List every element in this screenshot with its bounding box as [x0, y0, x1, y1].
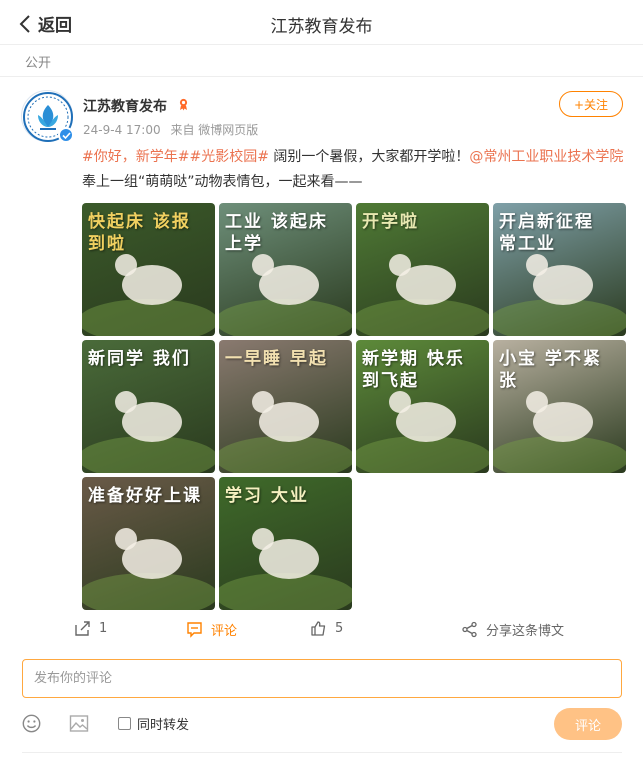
post-image-white-goose-wings[interactable]: 学习 大业 [219, 477, 352, 610]
hashtag-link[interactable]: #光影校园# [189, 149, 268, 165]
post-image-geese-in-pond[interactable]: 快起床 该报到啦 [82, 203, 215, 336]
post-source: 来自 微博网页版 [170, 123, 259, 137]
image-caption: 一早睡 早起 [225, 349, 328, 369]
post-time[interactable]: 24-9-4 17:00 [83, 123, 161, 137]
repost-button[interactable]: 1 [74, 620, 107, 637]
follow-button[interactable]: +关注 [559, 91, 623, 117]
divider [22, 752, 622, 753]
post-image-yawning-cat[interactable]: 一早睡 早起 [219, 340, 352, 473]
comment-label: 评论 [211, 624, 238, 639]
comment-button[interactable]: 评论 [186, 620, 237, 639]
post-actions: 1 评论 5 分享这条博文 [0, 617, 643, 643]
visibility-label: 公开 [25, 56, 52, 71]
image-caption: 准备好好上课 [88, 486, 202, 506]
post-image-two-geese[interactable]: 新同学 我们 [82, 340, 215, 473]
top-bar: 返回 江苏教育发布 [0, 0, 643, 45]
post-text: #你好，新学年##光影校园# 阔别一个暑假，大家都开学啦！@常州工业职业技术学院… [82, 145, 627, 195]
image-caption: 新学期 快乐 到飞起 [362, 349, 465, 391]
like-button[interactable]: 5 [310, 620, 343, 637]
emoji-icon[interactable] [22, 714, 41, 733]
checkbox-box[interactable] [118, 717, 131, 730]
submit-comment-button[interactable]: 评论 [554, 708, 622, 740]
verified-badge-icon [58, 127, 74, 143]
mention-link[interactable]: @常州工业职业技术学院 [469, 149, 623, 165]
comment-box [22, 659, 622, 698]
image-caption: 开学啦 [362, 212, 419, 232]
author-name[interactable]: 江苏教育发布 [83, 96, 167, 116]
repost-option-label: 同时转发 [137, 718, 190, 733]
medal-icon [179, 98, 188, 111]
avatar[interactable] [21, 90, 74, 143]
image-caption: 快起床 该报到啦 [88, 212, 191, 254]
comment-input[interactable] [34, 671, 610, 686]
post-image-white-duck-grass[interactable]: 开学啦 [356, 203, 489, 336]
divider [0, 76, 643, 77]
hashtag-link[interactable]: #你好，新学年# [82, 149, 189, 165]
page-title: 江苏教育发布 [270, 17, 373, 37]
comment-icon [187, 622, 202, 638]
post-text-segment: 奉上一组“萌萌哒”动物表情包，一起来看—— [82, 174, 363, 190]
post-image-puppy[interactable]: 小宝 学不紧张 [493, 340, 626, 473]
image-caption: 工业 该起床上学 [225, 212, 328, 254]
image-upload-icon[interactable] [69, 714, 89, 733]
post-image-orange-cat[interactable]: 准备好好上课 [82, 477, 215, 610]
like-count: 5 [335, 621, 344, 636]
repost-checkbox[interactable]: 同时转发 [118, 714, 189, 733]
repost-icon [75, 621, 90, 636]
repost-count: 1 [99, 621, 108, 636]
image-caption: 新同学 我们 [88, 349, 191, 369]
share-icon [462, 621, 477, 638]
image-caption: 学习 大业 [225, 486, 309, 506]
share-button[interactable]: 分享这条博文 [461, 620, 564, 639]
image-caption: 小宝 学不紧张 [499, 349, 602, 391]
share-label: 分享这条博文 [486, 624, 565, 639]
post-image-magpie-bird[interactable]: 开启新征程 常工业 [493, 203, 626, 336]
post-meta: 24-9-4 17:00 来自 微博网页版 [83, 121, 264, 138]
post-image-small-bird-grass[interactable]: 新学期 快乐 到飞起 [356, 340, 489, 473]
thumbs-up-icon [311, 621, 326, 636]
post-image-dog-bee-costume[interactable]: 工业 该起床上学 [219, 203, 352, 336]
image-caption: 开启新征程 常工业 [499, 212, 594, 254]
post-text-segment: 阔别一个暑假，大家都开学啦！ [268, 149, 470, 165]
